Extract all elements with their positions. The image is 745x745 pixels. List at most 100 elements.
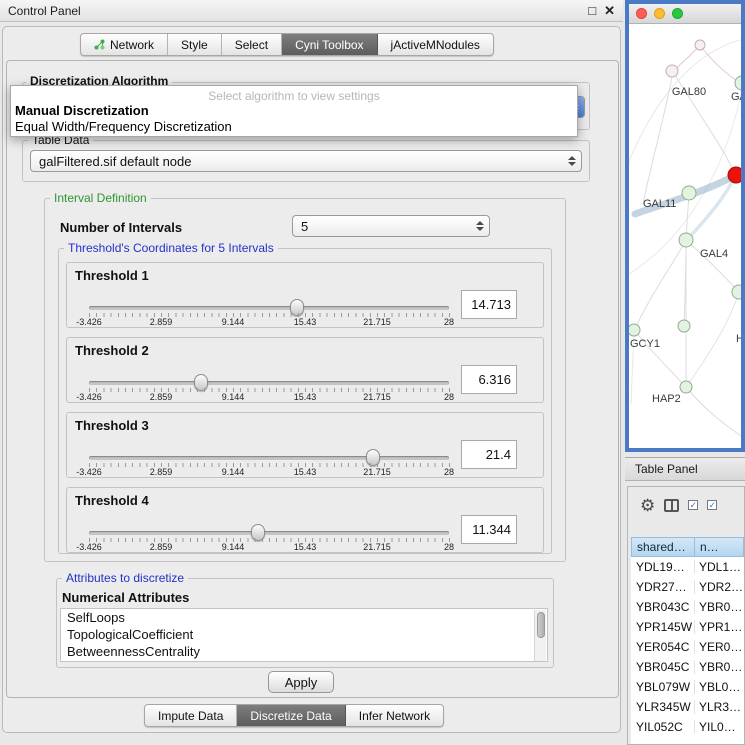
- threshold-box: Threshold 3-3.4262.8599.14415.4321.71528…: [66, 412, 544, 478]
- scale-label: 21.715: [363, 542, 391, 552]
- apply-button[interactable]: Apply: [268, 671, 334, 693]
- cell-shared-name[interactable]: YPR145W: [631, 620, 695, 634]
- network-node[interactable]: [732, 285, 741, 299]
- control-panel-titlebar: Control Panel □ ✕: [0, 0, 623, 22]
- network-node[interactable]: [666, 65, 678, 77]
- table-data-select[interactable]: galFiltered.sif default node: [30, 150, 582, 172]
- attribute-item[interactable]: TopologicalCoefficient: [61, 626, 547, 643]
- tab-impute-data[interactable]: Impute Data: [145, 705, 237, 726]
- threshold-slider[interactable]: [89, 381, 449, 385]
- network-node-selected[interactable]: [728, 167, 741, 183]
- threshold-slider[interactable]: [89, 456, 449, 460]
- tab-select[interactable]: Select: [222, 34, 282, 55]
- table-row[interactable]: YDL19…YDL1…: [631, 557, 744, 577]
- close-traffic-light-icon[interactable]: [636, 8, 647, 19]
- table-row[interactable]: YDR27…YDR2…: [631, 577, 744, 597]
- threshold-slider[interactable]: [89, 306, 449, 310]
- scale-label: 2.859: [150, 317, 173, 327]
- network-node[interactable]: [679, 233, 693, 247]
- table-row[interactable]: YBR045CYBR0…: [631, 657, 744, 677]
- network-canvas[interactable]: GAL80 GA GAL11 GAL4 GCY1 H HAP2: [629, 24, 741, 447]
- table-header-row: shared… n…: [631, 537, 744, 557]
- table-row[interactable]: YIL052CYIL0…: [631, 717, 744, 737]
- cell-name[interactable]: YER0…: [695, 640, 744, 654]
- dropdown-item-equal-width-frequency[interactable]: Equal Width/Frequency Discretization: [11, 119, 577, 135]
- algorithm-dropdown-popup: Select algorithm to view settings Manual…: [10, 85, 578, 137]
- tab-infer-network[interactable]: Infer Network: [346, 705, 443, 726]
- cell-shared-name[interactable]: YDL19…: [631, 560, 695, 574]
- select-none-checkbox-icon[interactable]: ✓: [707, 500, 717, 510]
- table-row[interactable]: YBR043CYBR0…: [631, 597, 744, 617]
- cell-name[interactable]: YBL0…: [695, 680, 744, 694]
- tab-cyni-toolbox[interactable]: Cyni Toolbox: [282, 34, 377, 55]
- minimize-traffic-light-icon[interactable]: [654, 8, 665, 19]
- network-edge: [635, 241, 686, 329]
- network-node[interactable]: [735, 76, 741, 90]
- network-node[interactable]: [680, 381, 692, 393]
- table-panel-title: Table Panel: [635, 462, 698, 476]
- attribute-item[interactable]: SelfLoops: [61, 609, 547, 626]
- cell-name[interactable]: YDL1…: [695, 560, 744, 574]
- number-of-intervals-select[interactable]: 5: [292, 215, 490, 237]
- network-node[interactable]: [629, 324, 640, 336]
- network-view-window: GAL80 GA GAL11 GAL4 GCY1 H HAP2: [625, 0, 745, 452]
- scrollbar-thumb[interactable]: [537, 612, 545, 638]
- cell-name[interactable]: YBR0…: [695, 660, 744, 674]
- tab-network[interactable]: Network: [81, 34, 168, 55]
- cell-shared-name[interactable]: YDR27…: [631, 580, 695, 594]
- cell-name[interactable]: YBR0…: [695, 600, 744, 614]
- cell-name[interactable]: YLR3…: [695, 700, 744, 714]
- cell-name[interactable]: YPR1…: [695, 620, 744, 634]
- cell-shared-name[interactable]: YBR045C: [631, 660, 695, 674]
- node-label: GAL4: [700, 248, 728, 260]
- network-node[interactable]: [695, 40, 705, 50]
- table-row[interactable]: YPR145WYPR1…: [631, 617, 744, 637]
- network-edge: [687, 292, 739, 386]
- cell-shared-name[interactable]: YER054C: [631, 640, 695, 654]
- select-all-checkbox-icon[interactable]: ✓: [688, 500, 698, 510]
- threshold-label: Threshold 1: [75, 268, 149, 283]
- scale-label: 15.43: [294, 392, 317, 402]
- threshold-value-field[interactable]: 11.344: [461, 515, 517, 544]
- dropdown-item-manual-discretization[interactable]: Manual Discretization: [11, 103, 577, 119]
- cell-shared-name[interactable]: YBL079W: [631, 680, 695, 694]
- scale-label: 2.859: [150, 392, 173, 402]
- cell-shared-name[interactable]: YBR043C: [631, 600, 695, 614]
- tab-label: Infer Network: [359, 709, 430, 723]
- threshold-value-field[interactable]: 6.316: [461, 365, 517, 394]
- tab-discretize-data[interactable]: Discretize Data: [237, 705, 345, 726]
- close-icon[interactable]: ✕: [604, 3, 615, 19]
- gear-icon[interactable]: ⚙: [640, 497, 655, 514]
- zoom-traffic-light-icon[interactable]: [672, 8, 683, 19]
- attribute-item[interactable]: BetweennessCentrality: [61, 643, 547, 660]
- scale-label: -3.426: [76, 467, 102, 477]
- table-data-selected-value: galFiltered.sif default node: [39, 154, 191, 169]
- threshold-value-field[interactable]: 21.4: [461, 440, 517, 469]
- scale-label: 28: [444, 542, 454, 552]
- threshold-value-field[interactable]: 14.713: [461, 290, 517, 319]
- tab-style[interactable]: Style: [168, 34, 222, 55]
- table-row[interactable]: YER054CYER0…: [631, 637, 744, 657]
- table-row[interactable]: YBL079WYBL0…: [631, 677, 744, 697]
- cell-shared-name[interactable]: YLR345W: [631, 700, 695, 714]
- cell-shared-name[interactable]: YIL052C: [631, 720, 695, 734]
- tab-jactivemnodules[interactable]: jActiveMNodules: [378, 34, 493, 55]
- network-edge: [700, 45, 741, 84]
- column-header-name[interactable]: n…: [695, 537, 744, 557]
- float-icon[interactable]: □: [588, 3, 596, 19]
- table-panel-window: ⚙ ✓ ✓ shared… n… YDL19…YDL1…YDR27…YDR2…Y…: [627, 486, 745, 745]
- columns-icon[interactable]: [664, 499, 679, 512]
- network-node[interactable]: [678, 320, 690, 332]
- stepper-icon: [563, 151, 581, 171]
- slider-scale: -3.4262.8599.14415.4321.71528: [89, 392, 449, 403]
- tab-label: Cyni Toolbox: [295, 38, 363, 52]
- threshold-slider[interactable]: [89, 531, 449, 535]
- table-row[interactable]: YLR345WYLR3…: [631, 697, 744, 717]
- attributes-scrollbar[interactable]: [534, 610, 546, 662]
- network-node[interactable]: [682, 186, 696, 200]
- scale-label: 21.715: [363, 392, 391, 402]
- cell-name[interactable]: YIL0…: [695, 720, 744, 734]
- number-of-intervals-value: 5: [301, 219, 308, 234]
- cell-name[interactable]: YDR2…: [695, 580, 744, 594]
- column-header-shared-name[interactable]: shared…: [631, 537, 695, 557]
